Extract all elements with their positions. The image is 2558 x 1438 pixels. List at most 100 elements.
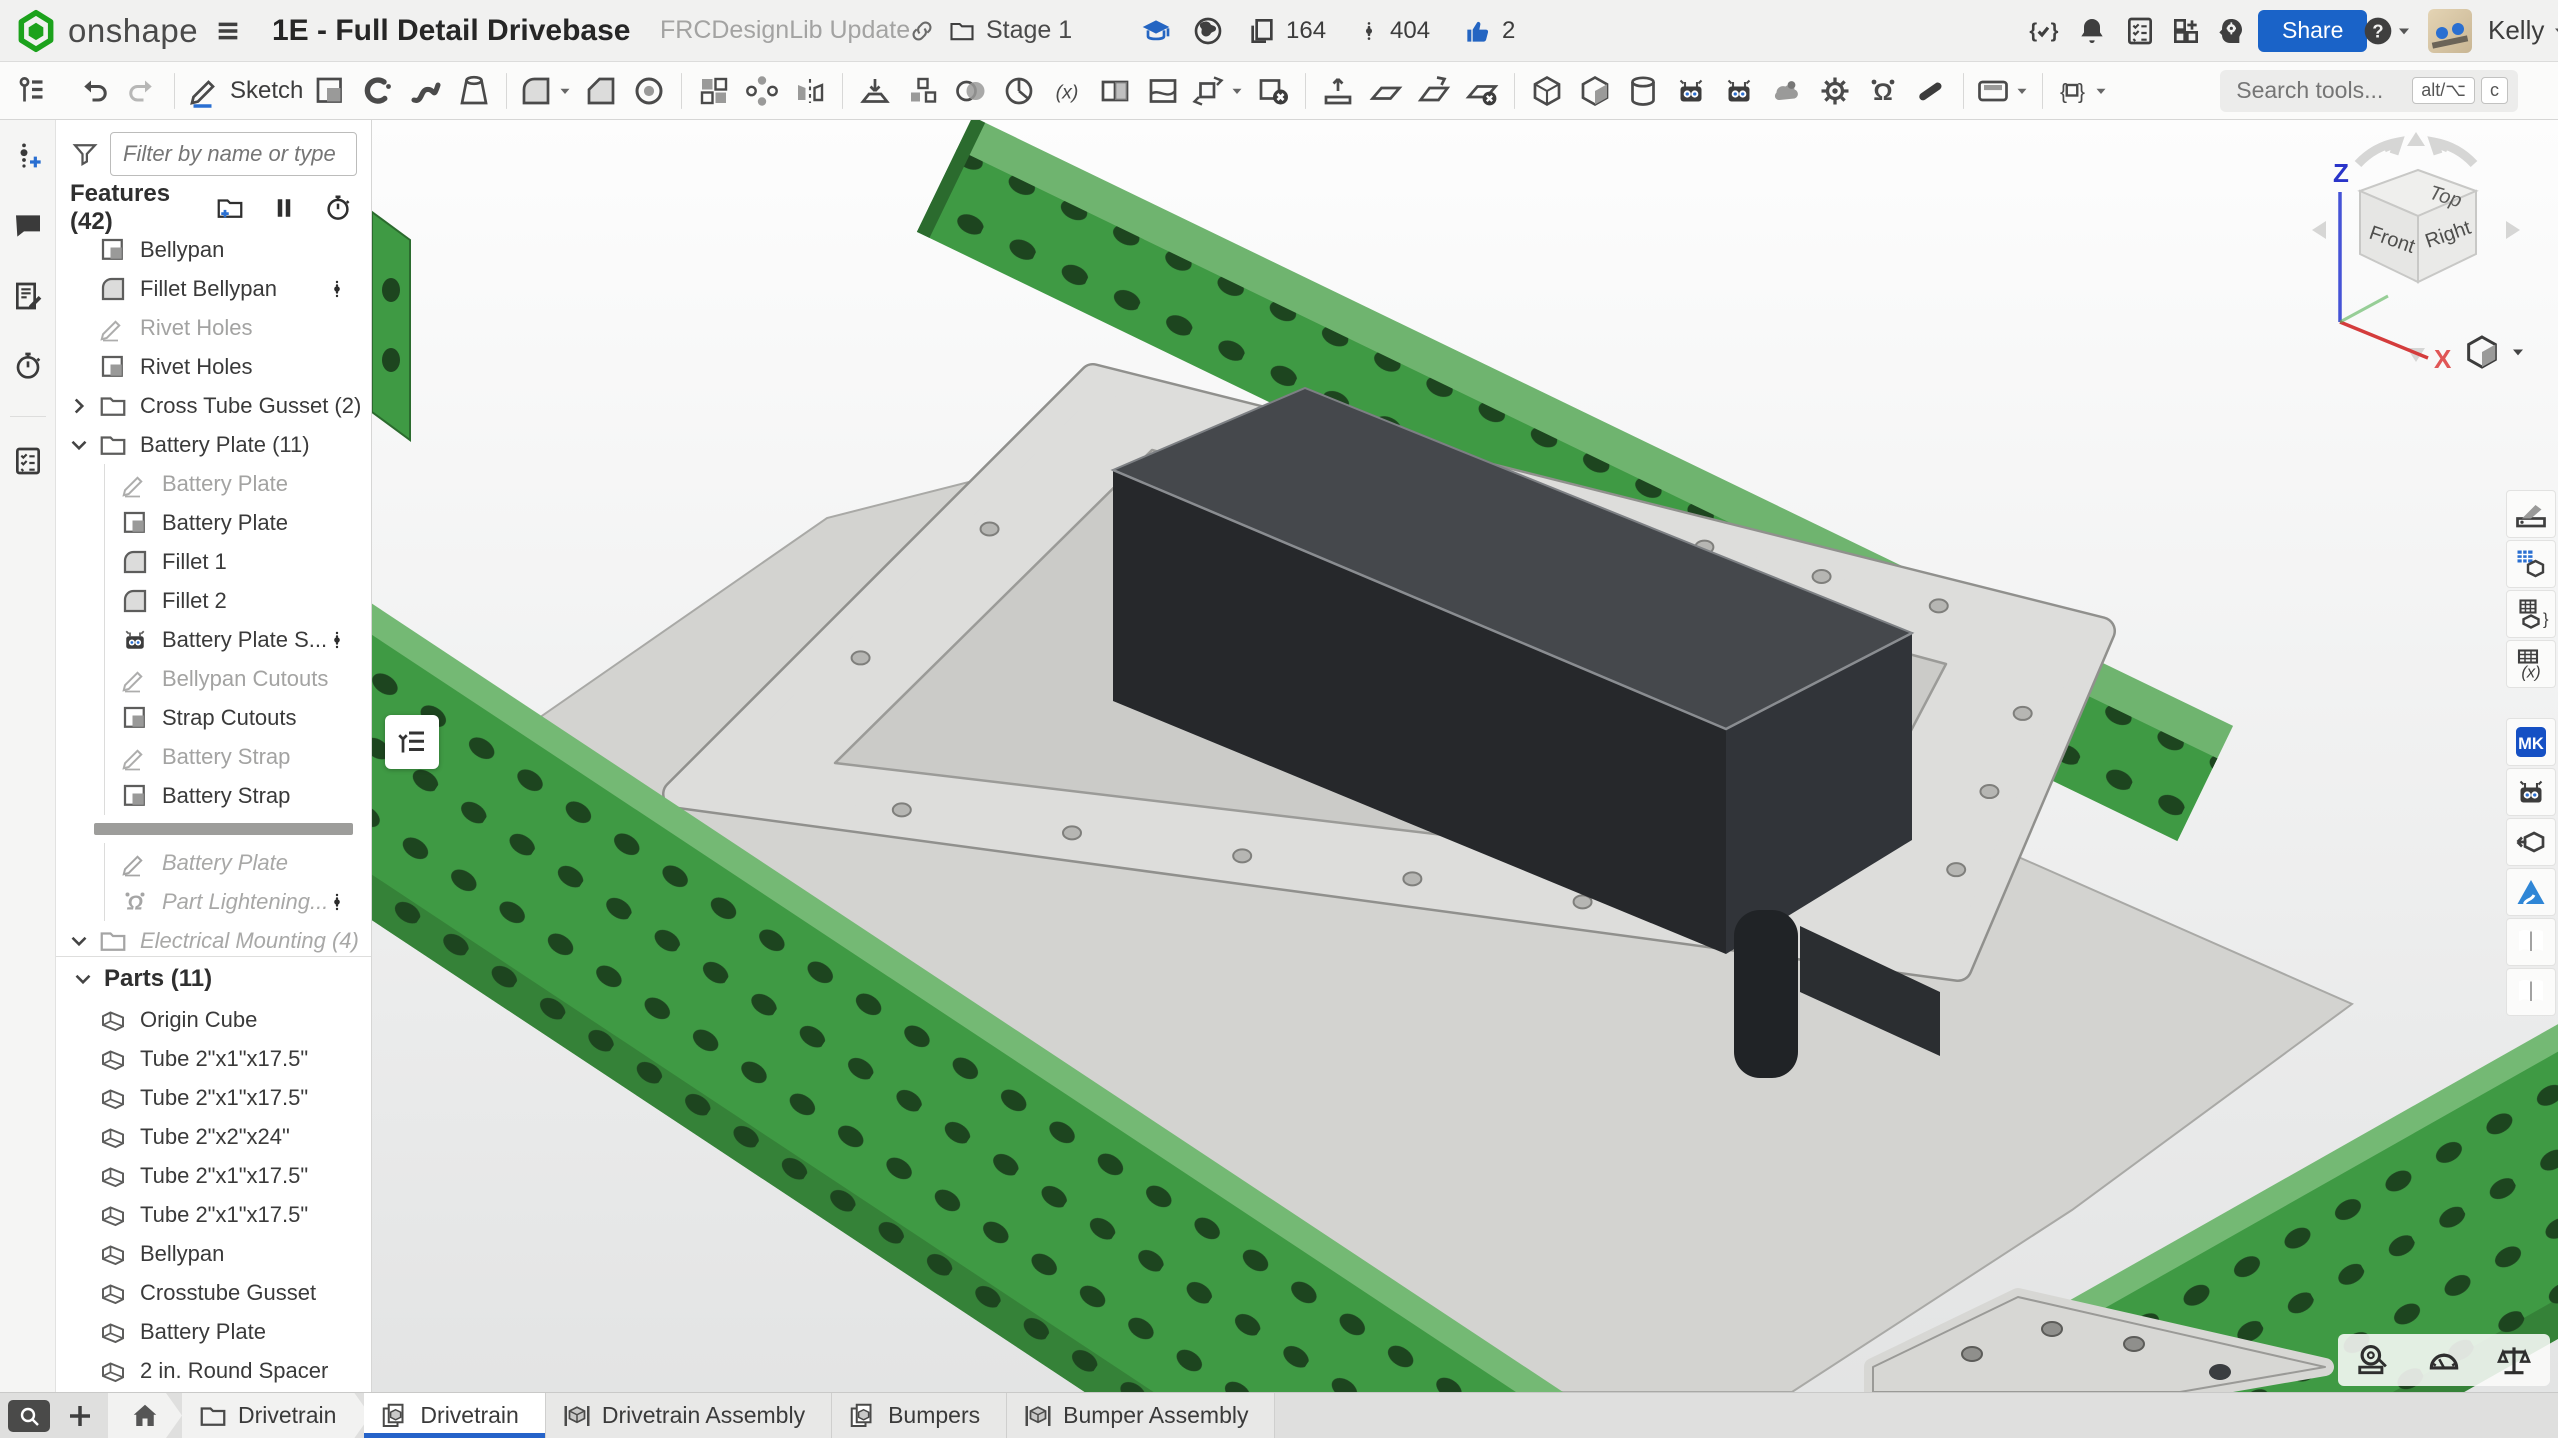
feature-row[interactable]: Rivet Holes [56,308,371,347]
chevron-down-icon[interactable] [70,966,96,992]
workspace-folder-icon[interactable] [948,17,976,45]
3d-scene[interactable] [372,120,2558,1392]
toolbar-tool[interactable] [1091,67,1139,115]
chevron-down-icon[interactable] [1226,82,1246,100]
feature-row[interactable]: Strap Cutouts [56,698,371,737]
notifications-bell-icon[interactable] [2076,15,2108,47]
toolbar-tool[interactable] [1972,67,2034,115]
protractor-icon[interactable] [2422,1340,2466,1380]
rotate-right-arrow-icon[interactable] [2506,221,2520,239]
toolbar-tool[interactable] [506,73,507,109]
workspace-name[interactable]: Stage 1 [986,16,1072,45]
parts-header[interactable]: Parts (11) [56,956,371,1000]
link-icon[interactable] [908,17,936,45]
toolbar-tool[interactable] [1523,67,1571,115]
hamburger-menu-icon[interactable] [212,15,244,47]
right-rail-button[interactable] [2506,768,2556,816]
toolbar-tool[interactable] [681,73,682,109]
toolbar-tool[interactable] [690,67,738,115]
frame-tube-edge-part[interactable] [372,212,410,440]
toolbar-tool[interactable] [1907,67,1955,115]
onshape-logo-icon[interactable] [14,9,58,53]
feature-row[interactable]: Bellypan Cutouts [56,659,371,698]
toolbar-tool[interactable] [842,73,843,109]
copies-count[interactable]: 164 [1246,15,1326,47]
ai-assistant-icon[interactable] [2214,15,2246,47]
part-row[interactable]: Origin Cube [56,1000,371,1039]
toolbar-tool[interactable] [1305,73,1306,109]
document-title[interactable]: 1E - Full Detail Drivebase [272,14,630,48]
toolbar-tool[interactable] [577,67,625,115]
feature-row[interactable]: Bellypan [56,230,371,269]
public-globe-icon[interactable] [1192,15,1224,47]
chevron-down-icon[interactable] [2011,82,2031,100]
view-mode-dropdown[interactable] [2462,332,2528,372]
feature-row[interactable]: Battery Strap [56,776,371,815]
toolbar-tool[interactable] [1458,67,1506,115]
toolbar-tool[interactable] [851,67,899,115]
suppress-pause-icon[interactable] [269,193,299,223]
toolbar-tool[interactable] [1362,67,1410,115]
feature-row[interactable]: Cross Tube Gusset (2) [56,386,371,425]
feature-tree-toggle-icon[interactable] [8,67,56,115]
rotate-up-arrow-icon[interactable] [2407,132,2425,146]
part-row[interactable]: Tube 2"x1"x17.5" [56,1078,371,1117]
toolbar-tool[interactable] [354,67,402,115]
toolbar-tool[interactable] [2042,73,2043,109]
part-row[interactable]: Tube 2"x1"x17.5" [56,1039,371,1078]
versions-icon[interactable] [6,134,50,178]
toolbar-tool[interactable] [70,67,118,115]
home-tab[interactable] [108,1393,182,1438]
document-tab[interactable]: Drivetrain [364,1393,545,1438]
toolbar-tool[interactable] [1187,67,1249,115]
right-rail-button[interactable] [2506,818,2556,866]
toolbar-tool[interactable] [1514,73,1515,109]
help-icon[interactable] [2362,15,2414,47]
feature-row[interactable]: Battery Strap [56,737,371,776]
chevron-down-icon[interactable] [2090,82,2110,100]
avatar[interactable] [2428,9,2472,53]
part-row[interactable]: Battery Plate [56,1312,371,1351]
toolbar-tool[interactable] [174,73,175,109]
toolbar-tool[interactable] [995,67,1043,115]
chevron-down-icon[interactable] [554,82,574,100]
toolbar-tool[interactable] [1811,67,1859,115]
toolbar-tool[interactable] [786,67,834,115]
versions-count[interactable]: 404 [1356,15,1430,47]
search-tools-input[interactable] [2236,77,2406,104]
mass-properties-icon[interactable] [2492,1340,2536,1380]
toolbar-tool[interactable] [625,67,673,115]
rollback-bar[interactable] [94,823,353,835]
toolbar-tool[interactable] [450,67,498,115]
user-menu[interactable]: Kelly [2478,15,2558,46]
folder-chevron-icon[interactable] [66,928,92,954]
tape-measure-icon[interactable] [2352,1340,2396,1380]
toolbar-tool[interactable] [1571,67,1619,115]
right-rail-button[interactable] [2506,540,2556,588]
toolbar-tool[interactable] [118,67,166,115]
roll-ccw-arrow-icon[interactable] [2358,142,2398,164]
feature-row[interactable]: Electrical Mounting (4) [56,921,371,956]
roll-cw-arrow-icon[interactable] [2434,142,2474,164]
toolbar-tool[interactable] [402,67,450,115]
right-rail-button[interactable] [2506,690,2556,718]
part-row[interactable]: Bellypan [56,1234,371,1273]
toolbar-tool[interactable] [1859,67,1907,115]
feature-row[interactable]: Fillet Bellypan [56,269,371,308]
toolbar-tool[interactable] [738,67,786,115]
toolbar-tool[interactable] [515,67,577,115]
folder-chevron-icon[interactable] [66,393,92,419]
part-row[interactable]: Crosstube Gusset [56,1273,371,1312]
battery-strap-post-part[interactable] [1734,910,1798,1078]
right-rail-button[interactable] [2506,590,2556,638]
toolbar-tool[interactable] [306,67,354,115]
feature-row[interactable]: Battery Plate [56,843,371,882]
feature-row[interactable]: Battery Plate [56,464,371,503]
filter-icon[interactable] [70,139,100,169]
toolbar-tool[interactable] [947,67,995,115]
part-row[interactable]: Tube 2"x1"x17.5" [56,1156,371,1195]
feature-row[interactable]: Part Lightening... [56,882,371,921]
search-tools[interactable]: alt/⌥ c [2220,70,2518,112]
feature-row[interactable]: Fillet 1 [56,542,371,581]
toolbar-tool[interactable] [1763,67,1811,115]
